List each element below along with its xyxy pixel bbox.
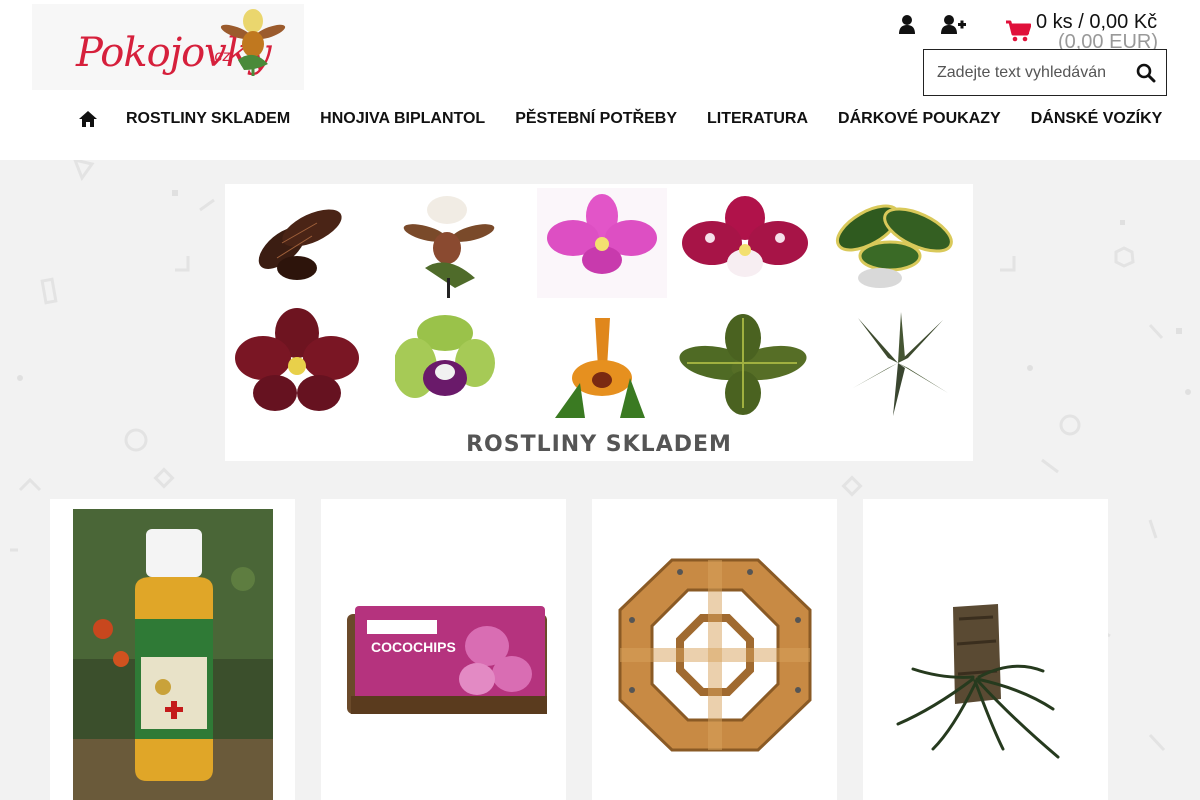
nav-item-pestebni-potreby[interactable]: PĚSTEBNÍ POTŘEBY — [515, 110, 677, 128]
nav-item-rostliny-skladem[interactable]: ROSTLINY SKLADEM — [126, 110, 290, 128]
svg-text:COCOCHIPS: COCOCHIPS — [371, 639, 456, 655]
tillandsia-on-bark-image — [896, 604, 1060, 759]
dark-red-phalaenopsis-image — [235, 308, 359, 418]
nav-item-darkove-poukazy[interactable]: DÁRKOVÉ POUKAZY — [838, 110, 1001, 128]
wooden-octagon-basket-image — [610, 550, 820, 758]
site-header: Pokojovky .cz 0 ks / 0,00 Kč (0,00 EUR) — [0, 0, 1200, 160]
banner-title: ROSTLINY SKLADEM — [466, 432, 732, 457]
main-nav: ROSTLINY SKLADEM HNOJIVA BIPLANTOL PĚSTE… — [78, 106, 1162, 132]
biplantol-bottle-image — [73, 509, 273, 800]
pink-phalaenopsis-image — [537, 188, 667, 298]
dark-jewel-orchid-image — [258, 209, 342, 280]
nav-item-hnojiva-biplantol[interactable]: HNOJIVA BIPLANTOL — [320, 110, 485, 128]
orange-masdevallia-image — [555, 318, 645, 418]
search-box — [923, 49, 1167, 96]
site-logo[interactable]: Pokojovky .cz — [32, 4, 304, 90]
product-card-cocochips[interactable]: COCOCHIPS — [321, 499, 566, 800]
search-input[interactable] — [924, 50, 1124, 95]
nav-item-danske-voziky[interactable]: DÁNSKÉ VOZÍKY — [1031, 110, 1163, 128]
striped-jewel-orchid-image — [679, 314, 807, 415]
variegated-leaf-plant-image — [835, 204, 953, 288]
banner-rostliny-skladem[interactable]: ROSTLINY SKLADEM — [225, 184, 973, 461]
paphiopedilum-orchid-image — [403, 196, 495, 298]
spotted-phalaenopsis-image — [682, 196, 808, 277]
product-card-biplantol[interactable] — [50, 499, 295, 800]
product-card-wooden-basket[interactable] — [592, 499, 837, 800]
shopping-cart-icon[interactable] — [1005, 20, 1031, 42]
home-icon[interactable] — [78, 110, 98, 128]
nav-item-literatura[interactable]: LITERATURA — [707, 110, 808, 128]
orchid-logo-icon — [220, 9, 286, 76]
user-icon[interactable] — [896, 14, 918, 36]
cocochips-package-image: COCOCHIPS — [347, 606, 547, 714]
product-card-tillandsia[interactable] — [863, 499, 1108, 800]
user-plus-icon[interactable] — [940, 14, 966, 36]
spiky-jewel-orchid-image — [853, 312, 948, 416]
search-icon[interactable] — [1136, 63, 1156, 83]
green-purple-cattleya-image — [395, 308, 495, 418]
